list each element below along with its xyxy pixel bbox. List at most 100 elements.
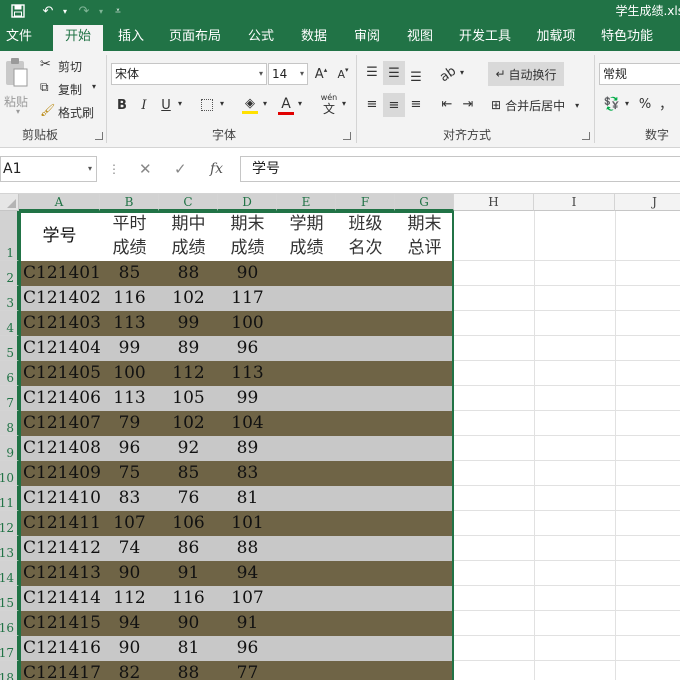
align-right-button[interactable]: ≡ [406, 93, 426, 115]
cell-midterm[interactable]: 88 [159, 661, 218, 680]
cell-id[interactable]: C121411 [23, 511, 100, 536]
cell-id[interactable]: C121407 [23, 411, 100, 436]
column-header-i[interactable]: I [534, 194, 615, 211]
italic-button[interactable]: I [136, 95, 152, 115]
row-header-10[interactable]: 10 [0, 461, 19, 486]
row-header-18[interactable]: 18 [0, 661, 19, 680]
cell-id[interactable]: C121413 [23, 561, 100, 586]
tab-view[interactable]: 视图 [401, 22, 439, 51]
cell-midterm[interactable]: 92 [159, 436, 218, 461]
phonetic-dropdown-icon[interactable]: ▾ [342, 99, 346, 108]
underline-dropdown-icon[interactable]: ▾ [178, 99, 182, 108]
row-header-9[interactable]: 9 [0, 436, 19, 461]
borders-button[interactable] [198, 95, 216, 115]
decrease-font-button[interactable]: A ▾ [334, 63, 352, 85]
header-midterm-score[interactable]: 期中 成绩 [159, 212, 218, 260]
tab-special[interactable]: 特色功能 [597, 22, 657, 51]
cell-midterm[interactable]: 102 [159, 411, 218, 436]
cell-id[interactable]: C121404 [23, 336, 100, 361]
header-semester-score[interactable]: 学期 成绩 [277, 212, 336, 260]
tab-addins[interactable]: 加载项 [531, 22, 581, 51]
cell-regular[interactable]: 99 [100, 336, 159, 361]
cell-id[interactable]: C121405 [23, 361, 100, 386]
increase-font-button[interactable]: A ▴ [312, 63, 330, 85]
column-header-d[interactable]: D [218, 194, 277, 211]
column-header-f[interactable]: F [336, 194, 395, 211]
row-header-6[interactable]: 6 [0, 361, 19, 386]
cell-regular[interactable]: 96 [100, 436, 159, 461]
cell-regular[interactable]: 94 [100, 611, 159, 636]
tab-insert[interactable]: 插入 [112, 22, 150, 51]
cell-midterm[interactable]: 85 [159, 461, 218, 486]
increase-indent-button[interactable]: ⇥ [458, 93, 478, 115]
formula-input[interactable]: 学号 [240, 156, 680, 182]
column-header-e[interactable]: E [277, 194, 336, 211]
cell-id[interactable]: C121403 [23, 311, 100, 336]
cell-regular[interactable]: 113 [100, 311, 159, 336]
cell-final[interactable]: 90 [218, 261, 277, 286]
tab-formulas[interactable]: 公式 [242, 22, 280, 51]
orientation-dropdown-icon[interactable]: ▾ [460, 68, 464, 77]
header-student-id[interactable]: 学号 [19, 212, 100, 260]
font-name-select[interactable]: 宋体 ▾ [111, 63, 267, 85]
phonetic-guide-button[interactable]: wén 文 [318, 93, 340, 117]
cell-final[interactable]: 94 [218, 561, 277, 586]
cell-final[interactable]: 88 [218, 536, 277, 561]
cell-midterm[interactable]: 89 [159, 336, 218, 361]
enter-icon[interactable]: ✓ [174, 156, 187, 182]
cell-id[interactable]: C121406 [23, 386, 100, 411]
row-header-7[interactable]: 7 [0, 386, 19, 411]
row-header-4[interactable]: 4 [0, 311, 19, 336]
copy-dropdown-icon[interactable]: ▾ [92, 82, 96, 91]
tab-data[interactable]: 数据 [295, 22, 333, 51]
wrap-text-button[interactable]: ↵ 自动换行 [488, 62, 564, 86]
orientation-button[interactable]: ab [437, 63, 459, 85]
save-icon[interactable] [8, 0, 28, 22]
cell-midterm[interactable]: 90 [159, 611, 218, 636]
cell-midterm[interactable]: 105 [159, 386, 218, 411]
cell-final[interactable]: 99 [218, 386, 277, 411]
cell-final[interactable]: 77 [218, 661, 277, 680]
align-left-button[interactable]: ≡ [362, 93, 382, 115]
cancel-icon[interactable]: ✕ [139, 156, 152, 182]
bold-button[interactable]: B [114, 95, 130, 115]
cell-id[interactable]: C121414 [23, 586, 100, 611]
paste-dropdown-icon[interactable]: ▾ [16, 107, 20, 116]
cell-id[interactable]: C121408 [23, 436, 100, 461]
cell-final[interactable]: 101 [218, 511, 277, 536]
fill-color-button[interactable]: ◈ [240, 93, 260, 117]
font-launcher-icon[interactable] [343, 132, 351, 140]
cut-button[interactable]: 剪切 [58, 58, 82, 75]
font-size-select[interactable]: 14 ▾ [268, 63, 308, 85]
tab-file[interactable]: 文件 [0, 22, 38, 51]
column-header-h[interactable]: H [454, 194, 534, 211]
cell-final[interactable]: 117 [218, 286, 277, 311]
cell-midterm[interactable]: 88 [159, 261, 218, 286]
row-header-1[interactable]: 1 [0, 211, 19, 261]
row-header-12[interactable]: 12 [0, 511, 19, 536]
cell-regular[interactable]: 90 [100, 561, 159, 586]
cell-regular[interactable]: 100 [100, 361, 159, 386]
fill-color-dropdown-icon[interactable]: ▾ [263, 99, 267, 108]
tab-review[interactable]: 审阅 [348, 22, 386, 51]
underline-button[interactable]: U [158, 95, 174, 115]
row-header-16[interactable]: 16 [0, 611, 19, 636]
cell-id[interactable]: C121401 [23, 261, 100, 286]
format-painter-button[interactable]: 格式刷 [58, 104, 94, 121]
cell-final[interactable]: 96 [218, 336, 277, 361]
cell-midterm[interactable]: 102 [159, 286, 218, 311]
cell-regular[interactable]: 90 [100, 636, 159, 661]
tab-page-layout[interactable]: 页面布局 [165, 22, 225, 51]
copy-button[interactable]: 复制 [58, 81, 82, 98]
cell-regular[interactable]: 113 [100, 386, 159, 411]
row-header-11[interactable]: 11 [0, 486, 19, 511]
cell-midterm[interactable]: 106 [159, 511, 218, 536]
cell-midterm[interactable]: 112 [159, 361, 218, 386]
cell-final[interactable]: 100 [218, 311, 277, 336]
row-header-14[interactable]: 14 [0, 561, 19, 586]
alignment-launcher-icon[interactable] [582, 132, 590, 140]
cell-midterm[interactable]: 76 [159, 486, 218, 511]
worksheet-grid[interactable]: A B C D E F G H I J 1 2 3 4 5 6 7 8 9 10 11 12 13 14 1… [0, 194, 680, 680]
align-bottom-button[interactable]: ☰ [406, 63, 426, 85]
percent-button[interactable]: % [636, 93, 654, 115]
